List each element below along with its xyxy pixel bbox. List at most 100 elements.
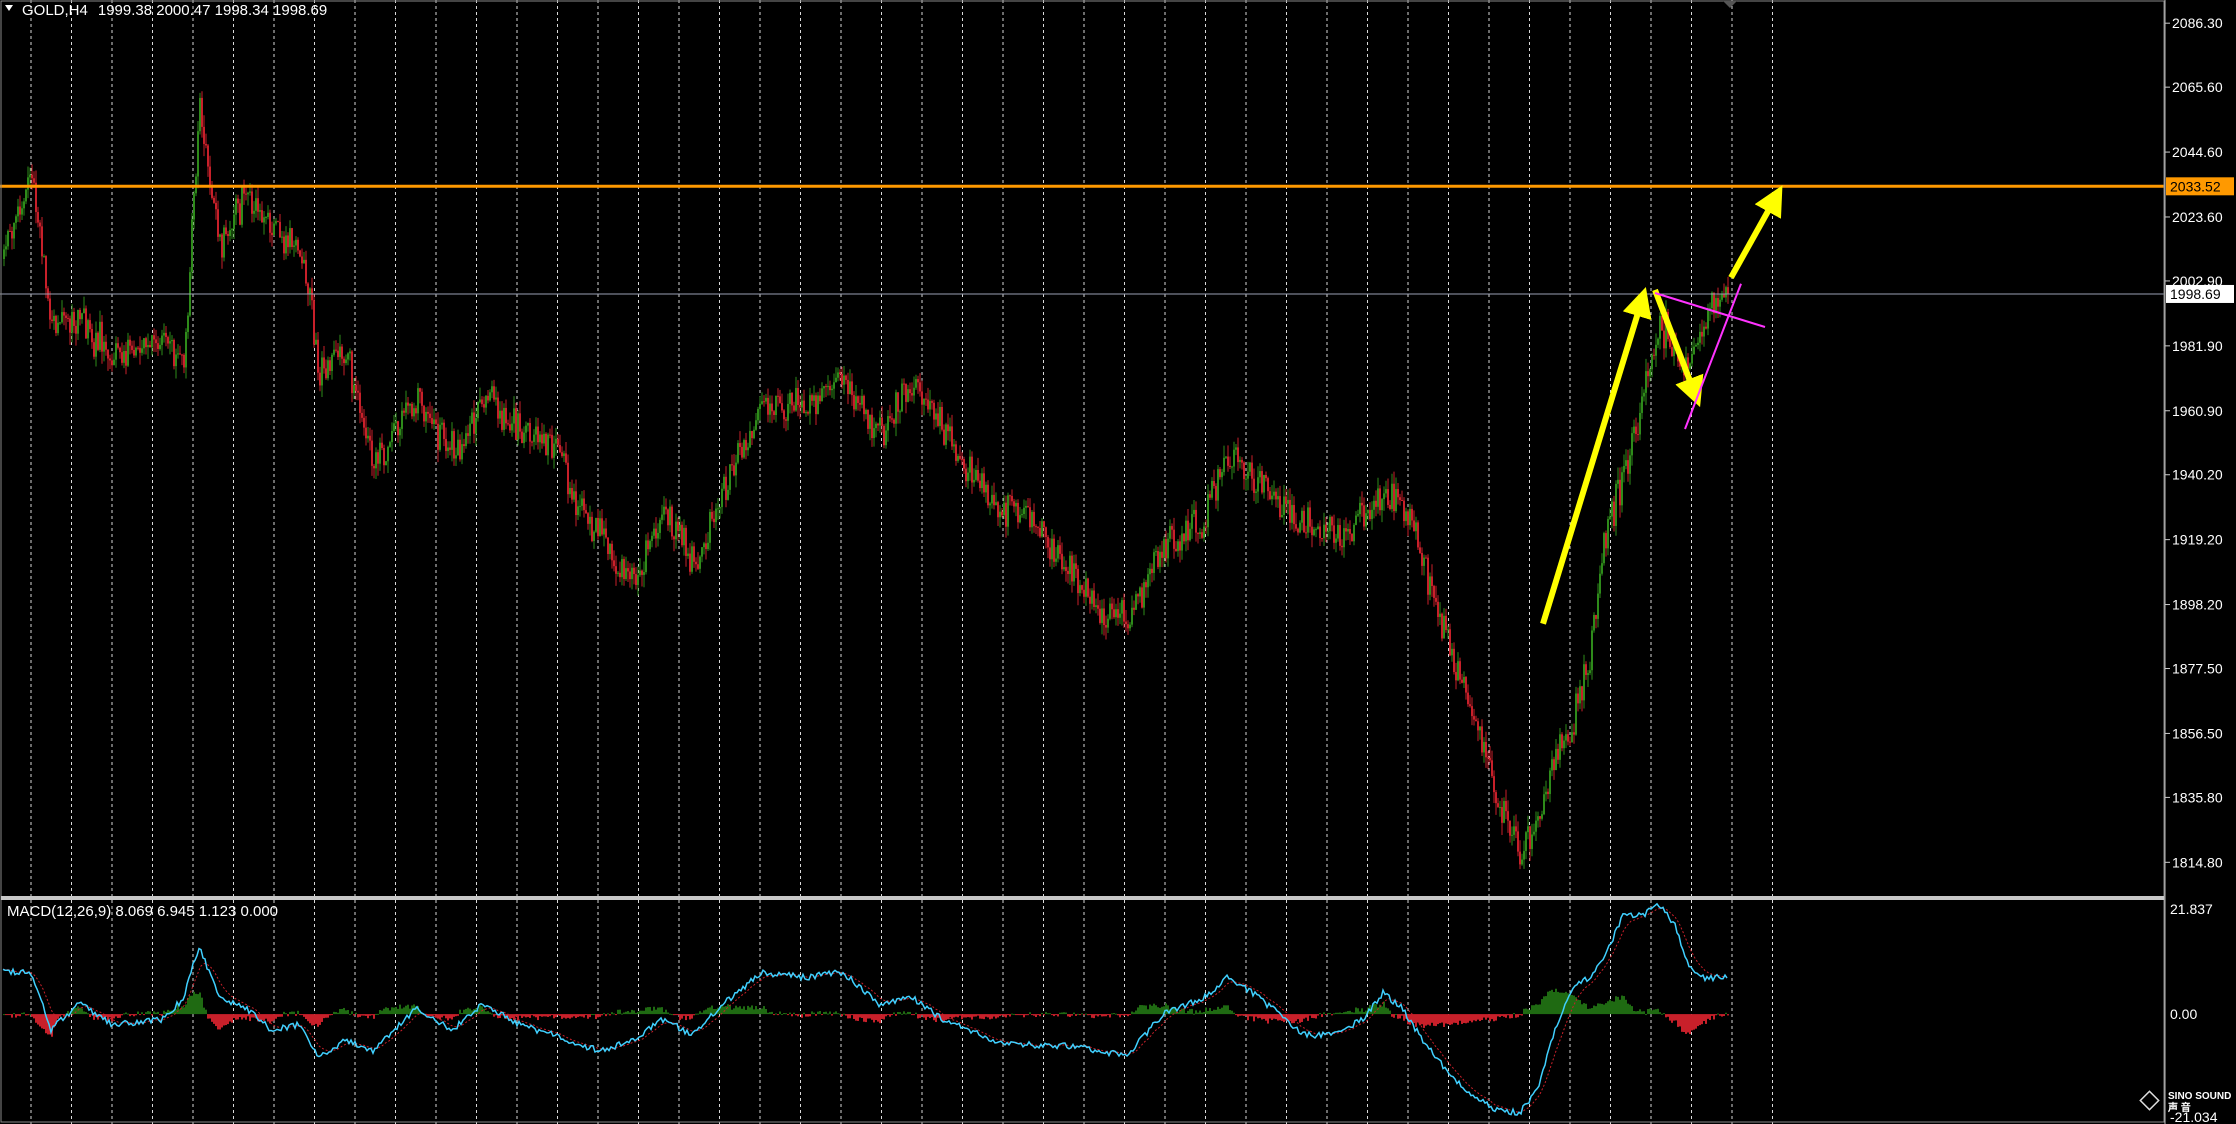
candle-body: [1155, 551, 1157, 553]
candle-body: [95, 332, 97, 357]
candle-body: [125, 350, 127, 366]
candle-body: [813, 395, 815, 401]
macd-histogram-bar: [1165, 1003, 1167, 1015]
candle-body: [1375, 500, 1377, 507]
macd-histogram-bar: [1139, 1005, 1141, 1015]
candle-body: [849, 381, 851, 395]
candle-body: [821, 388, 823, 402]
macd-histogram-bar: [1297, 1014, 1299, 1020]
macd-histogram-bar: [787, 1014, 789, 1016]
candle-body: [1141, 587, 1143, 608]
candle-body: [1243, 462, 1245, 480]
candle-body: [1073, 563, 1075, 582]
candle-body: [1011, 496, 1013, 502]
macd-histogram-bar: [283, 1011, 285, 1015]
macd-histogram-bar: [577, 1014, 579, 1017]
macd-histogram-bar: [681, 1014, 683, 1019]
macd-histogram-bar: [1015, 1014, 1017, 1016]
candle-body: [623, 559, 625, 580]
candle-body: [1455, 672, 1457, 681]
macd-histogram-bar: [1047, 1013, 1049, 1015]
price-chart[interactable]: 2086.302065.602044.602023.602002.901981.…: [0, 0, 2236, 1124]
macd-histogram-bar: [519, 1014, 521, 1016]
candle-body: [635, 574, 637, 585]
candle-body: [325, 368, 327, 379]
macd-histogram-bar: [1491, 1014, 1493, 1020]
candle-body: [837, 372, 839, 378]
macd-histogram-bar: [1061, 1012, 1063, 1015]
candle-body: [683, 527, 685, 546]
macd-histogram-bar: [609, 1014, 611, 1016]
macd-histogram-bar: [761, 1008, 763, 1015]
macd-histogram-bar: [443, 1014, 445, 1016]
macd-histogram-bar: [903, 1011, 905, 1015]
candle-body: [1103, 608, 1105, 626]
candle-body: [735, 462, 737, 476]
macd-histogram-bar: [195, 993, 197, 1015]
candle-body: [571, 488, 573, 500]
candle-body: [1599, 573, 1601, 594]
macd-histogram-bar: [383, 1008, 385, 1015]
macd-histogram-bar: [1687, 1014, 1689, 1033]
macd-histogram-bar: [1709, 1014, 1711, 1021]
candle-body: [1583, 664, 1585, 701]
macd-histogram-bar: [341, 1008, 343, 1015]
candle-body: [1717, 298, 1719, 307]
candle-body: [977, 469, 979, 481]
candle-body: [841, 373, 843, 385]
candle-body: [1009, 495, 1011, 497]
candle-body: [1469, 704, 1471, 707]
candle-body: [221, 234, 223, 258]
candle-body: [907, 389, 909, 402]
macd-histogram-bar: [785, 1013, 787, 1015]
candle-body: [947, 424, 949, 432]
macd-histogram-bar: [1581, 1004, 1583, 1015]
macd-histogram-bar: [1511, 1014, 1513, 1019]
macd-histogram-bar: [349, 1014, 351, 1016]
macd-histogram-bar: [1503, 1014, 1505, 1017]
candle-body: [1289, 499, 1291, 523]
macd-histogram-bar: [1003, 1014, 1005, 1017]
macd-histogram-bar: [159, 1014, 161, 1016]
candle-body: [1587, 673, 1589, 675]
macd-histogram-bar: [741, 1008, 743, 1015]
macd-histogram-bar: [997, 1014, 999, 1018]
macd-histogram-bar: [1351, 1012, 1353, 1015]
macd-histogram-bar: [775, 1013, 777, 1015]
macd-histogram-bar: [1537, 1004, 1539, 1015]
macd-histogram-bar: [1149, 1004, 1151, 1015]
macd-histogram-bar: [1133, 1012, 1135, 1015]
macd-histogram-bar: [981, 1014, 983, 1019]
macd-histogram-bar: [1385, 1007, 1387, 1015]
candle-body: [1249, 462, 1251, 472]
macd-histogram-bar: [1105, 1014, 1107, 1017]
candle-body: [1457, 661, 1459, 681]
macd-histogram-bar: [1671, 1014, 1673, 1023]
candle-body: [1305, 532, 1307, 534]
candle-body: [1177, 541, 1179, 552]
candle-body: [389, 442, 391, 447]
candle-body: [829, 385, 831, 391]
candle-body: [135, 347, 137, 356]
macd-histogram-bar: [5, 1014, 7, 1016]
macd-histogram-bar: [1495, 1014, 1497, 1021]
candle-body: [489, 392, 491, 401]
macd-histogram-bar: [1439, 1014, 1441, 1024]
candle-body: [1551, 759, 1553, 771]
macd-histogram-bar: [523, 1014, 525, 1017]
macd-histogram-bar: [1359, 1011, 1361, 1015]
candle-body: [309, 288, 311, 295]
candle-body: [773, 411, 775, 415]
candle-body: [1573, 732, 1575, 735]
candle-body: [611, 543, 613, 561]
macd-histogram-bar: [1309, 1014, 1311, 1016]
candle-body: [495, 397, 497, 400]
candle-body: [651, 535, 653, 541]
candle-body: [997, 502, 999, 518]
candle-body: [923, 398, 925, 405]
candle-body: [933, 402, 935, 420]
candle-body: [1111, 603, 1113, 610]
candle-body: [1231, 466, 1233, 468]
candle-body: [1407, 511, 1409, 526]
candle-body: [711, 511, 713, 519]
